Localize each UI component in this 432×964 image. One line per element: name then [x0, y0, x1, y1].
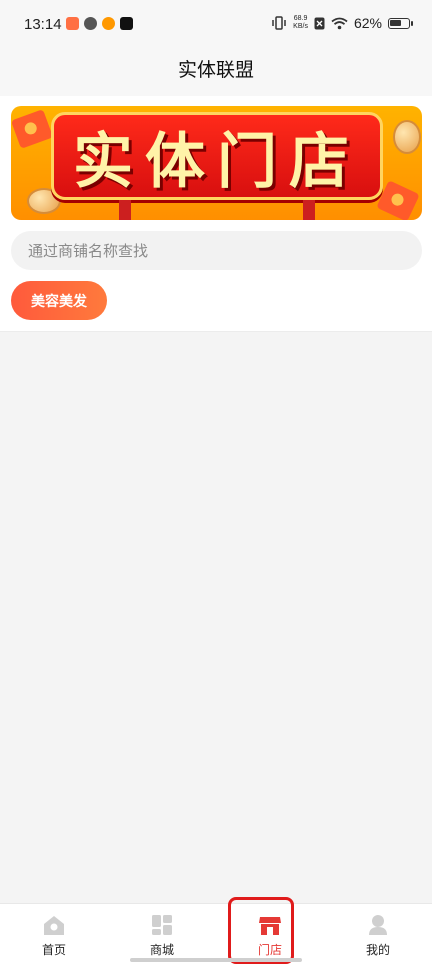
- wifi-icon: [331, 17, 348, 29]
- search-input[interactable]: [28, 241, 408, 260]
- status-app-icons: [66, 17, 133, 30]
- battery-percent: 62%: [353, 15, 382, 31]
- nav-item-profile[interactable]: 我的: [324, 904, 432, 964]
- banner-post: [119, 200, 131, 220]
- network-speed: 68.9 KB/s: [293, 15, 308, 31]
- sim-off-icon: [314, 17, 325, 29]
- app-notification-icon: [84, 17, 97, 30]
- red-envelope-icon: [11, 109, 54, 149]
- nav-label-store: 门店: [257, 943, 282, 957]
- status-time: 13:14: [24, 16, 62, 33]
- nav-label-mall: 商城: [149, 943, 174, 957]
- home-indicator[interactable]: [130, 958, 302, 962]
- network-speed-value: 68.9: [293, 15, 308, 22]
- battery-icon: [388, 17, 413, 29]
- app-notification-icon: [66, 17, 79, 30]
- page-title: 实体联盟: [177, 59, 254, 81]
- home-icon: [44, 916, 64, 935]
- nav-item-store[interactable]: 门店: [216, 904, 324, 964]
- store-icon: [259, 917, 281, 935]
- weibo-icon: [102, 17, 115, 30]
- nav-item-mall[interactable]: 商城: [108, 904, 216, 964]
- banner[interactable]: 实体门店: [11, 106, 422, 220]
- status-bar: 13:14 68.9 KB/s 62%: [0, 0, 432, 52]
- battery-level: [390, 19, 401, 26]
- category-chip-beauty[interactable]: 美容美发: [11, 281, 107, 320]
- nav-label-home: 首页: [41, 943, 66, 957]
- vibrate-icon: [272, 16, 286, 30]
- status-right: 68.9 KB/s 62%: [271, 15, 413, 31]
- coin-icon: [393, 120, 421, 154]
- profile-icon: [369, 915, 387, 935]
- banner-board: 实体门店: [51, 112, 383, 200]
- nav-label-profile: 我的: [365, 943, 390, 957]
- banner-post: [303, 200, 315, 220]
- top-card: 实体门店 美容美发: [0, 96, 432, 332]
- banner-text: 实体门店: [73, 126, 361, 197]
- network-speed-unit: KB/s: [293, 23, 308, 30]
- search-box[interactable]: [11, 231, 422, 270]
- tiktok-icon: [120, 17, 133, 30]
- nav-item-home[interactable]: 首页: [0, 904, 108, 964]
- bottom-nav: 首页 商城 门店 我的: [0, 903, 432, 964]
- grid-icon: [152, 915, 172, 935]
- header: 实体联盟: [0, 52, 432, 96]
